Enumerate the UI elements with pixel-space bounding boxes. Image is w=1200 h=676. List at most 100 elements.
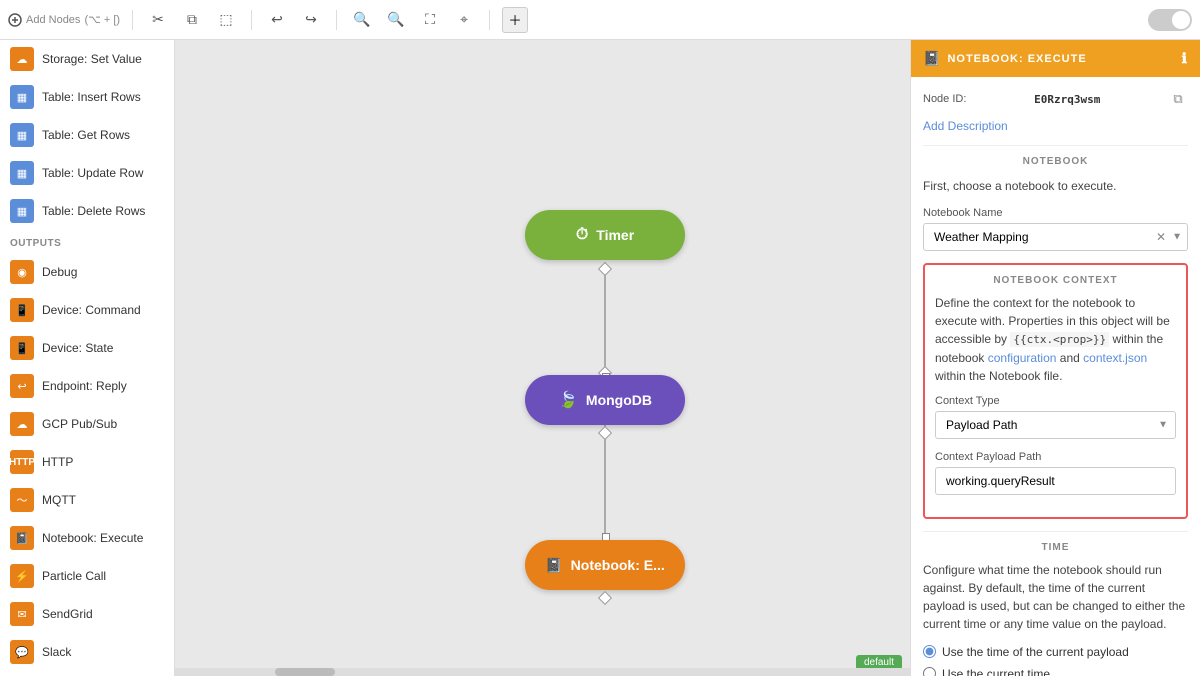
- add-description-link[interactable]: Add Description: [923, 119, 1188, 133]
- canvas-bottom: default: [856, 653, 902, 668]
- slack-icon: 💬: [10, 640, 34, 664]
- sidebar-item-storage-set-value[interactable]: ☁ Storage: Set Value: [0, 40, 174, 78]
- node-mongodb[interactable]: 🍃 MongoDB: [525, 375, 685, 425]
- sidebar-label-device-command: Device: Command: [42, 303, 141, 317]
- sidebar-label-particle-call: Particle Call: [42, 569, 106, 583]
- canvas-scrollbar-thumb[interactable]: [275, 668, 335, 676]
- zoom-out-button[interactable]: 🔍: [349, 7, 375, 33]
- add-button[interactable]: ＋: [502, 7, 528, 33]
- notebook-execute-icon: 📓: [10, 526, 34, 550]
- sidebar-label-table-update: Table: Update Row: [42, 166, 143, 180]
- device-state-icon: 📱: [10, 336, 34, 360]
- notebook-header-icon: 📓: [923, 50, 941, 67]
- notebook-name-clear[interactable]: ✕: [1156, 230, 1166, 244]
- add-nodes-button[interactable]: Add Nodes (⌥ + [): [8, 13, 120, 27]
- redo-button[interactable]: ↪: [298, 7, 324, 33]
- notebook-name-select-wrap: Weather Mapping ✕ ▼: [923, 223, 1188, 251]
- sidebar-item-table-delete-rows[interactable]: ▦ Table: Delete Rows: [0, 192, 174, 230]
- sidebar-label-storage: Storage: Set Value: [42, 52, 142, 66]
- notebook-name-label: Notebook Name: [923, 207, 1188, 219]
- outputs-section-label: OUTPUTS: [0, 230, 174, 253]
- context-payload-path-input[interactable]: [935, 467, 1176, 495]
- zoom-in-button[interactable]: 🔍: [383, 7, 409, 33]
- sidebar: ☁ Storage: Set Value ▦ Table: Insert Row…: [0, 40, 175, 676]
- cut-button[interactable]: ✂: [145, 7, 171, 33]
- node-id-label: Node ID:: [923, 93, 966, 105]
- node-notebook[interactable]: 📓 Notebook: E...: [525, 540, 685, 590]
- sidebar-label-http: HTTP: [42, 455, 73, 469]
- toolbar: Add Nodes (⌥ + [) ✂ ⧉ ⬚ ↩ ↪ 🔍 🔍 ⛶ ⌖ ＋: [0, 0, 1200, 40]
- panel-body: Node ID: E0Rzrq3wsm ⧉ Add Description NO…: [911, 77, 1200, 676]
- panel-title: NOTEBOOK: EXECUTE: [947, 53, 1086, 65]
- sidebar-item-http[interactable]: HTTP HTTP: [0, 443, 174, 481]
- sidebar-item-table-update-row[interactable]: ▦ Table: Update Row: [0, 154, 174, 192]
- context-payload-path-label: Context Payload Path: [935, 451, 1176, 463]
- table-get-icon: ▦: [10, 123, 34, 147]
- sidebar-item-email[interactable]: ✉ Email: [0, 671, 174, 676]
- notebook-name-select[interactable]: Weather Mapping: [923, 223, 1188, 251]
- context-type-label: Context Type: [935, 395, 1176, 407]
- main-layout: ☁ Storage: Set Value ▦ Table: Insert Row…: [0, 40, 1200, 676]
- canvas[interactable]: ⏱ Timer 🍃 MongoDB 📓 Notebook: E... defau…: [175, 40, 910, 676]
- sidebar-item-notebook-execute[interactable]: 📓 Notebook: Execute: [0, 519, 174, 557]
- sidebar-label-debug: Debug: [42, 265, 77, 279]
- context-type-select[interactable]: Payload Path: [935, 411, 1176, 439]
- node-timer[interactable]: ⏱ Timer: [525, 210, 685, 260]
- sidebar-item-device-state[interactable]: 📱 Device: State: [0, 329, 174, 367]
- mode-toggle[interactable]: [1148, 9, 1192, 31]
- copy-button[interactable]: ⧉: [179, 7, 205, 33]
- copy-node-id-button[interactable]: ⧉: [1168, 89, 1188, 109]
- time-option-2-radio[interactable]: [923, 667, 936, 676]
- panel-header: 📓 NOTEBOOK: EXECUTE ℹ: [911, 40, 1200, 77]
- sidebar-label-sendgrid: SendGrid: [42, 607, 93, 621]
- sidebar-item-endpoint-reply[interactable]: ↩ Endpoint: Reply: [0, 367, 174, 405]
- timer-label: Timer: [596, 227, 634, 243]
- panel-header-left: 📓 NOTEBOOK: EXECUTE: [923, 50, 1087, 67]
- device-command-icon: 📱: [10, 298, 34, 322]
- divider-3: [336, 10, 337, 30]
- sidebar-label-table-get: Table: Get Rows: [42, 128, 130, 142]
- context-json-link[interactable]: context.json: [1083, 351, 1147, 365]
- context-code: {{ctx.<prop>}}: [1010, 332, 1109, 347]
- particle-call-icon: ⚡: [10, 564, 34, 588]
- add-nodes-label: Add Nodes: [26, 14, 80, 26]
- sidebar-item-table-get-rows[interactable]: ▦ Table: Get Rows: [0, 116, 174, 154]
- canvas-scrollbar[interactable]: [175, 668, 910, 676]
- notebook-node-icon: 📓: [545, 557, 562, 574]
- reset-button[interactable]: ⌖: [451, 7, 477, 33]
- context-and: and: [1060, 351, 1083, 365]
- sidebar-item-particle-call[interactable]: ⚡ Particle Call: [0, 557, 174, 595]
- sidebar-item-gcp-pub-sub[interactable]: ☁ GCP Pub/Sub: [0, 405, 174, 443]
- time-option-2-label: Use the current time: [942, 667, 1050, 676]
- time-option-1-radio[interactable]: [923, 645, 936, 658]
- sidebar-item-slack[interactable]: 💬 Slack: [0, 633, 174, 671]
- help-icon[interactable]: ℹ: [1182, 50, 1188, 67]
- context-description: Define the context for the notebook to e…: [935, 294, 1176, 385]
- mongodb-label: MongoDB: [586, 392, 652, 408]
- notebook-name-field: Notebook Name Weather Mapping ✕ ▼: [923, 207, 1188, 251]
- gcp-icon: ☁: [10, 412, 34, 436]
- sidebar-item-table-insert-rows[interactable]: ▦ Table: Insert Rows: [0, 78, 174, 116]
- configuration-link[interactable]: configuration: [988, 351, 1057, 365]
- fit-button[interactable]: ⛶: [417, 7, 443, 33]
- mongodb-icon: 🍃: [558, 390, 578, 410]
- undo-button[interactable]: ↩: [264, 7, 290, 33]
- sidebar-label-table-delete: Table: Delete Rows: [42, 204, 145, 218]
- sidebar-item-mqtt[interactable]: 〜 MQTT: [0, 481, 174, 519]
- notebook-context-title: NOTEBOOK CONTEXT: [935, 275, 1176, 286]
- divider-1: [132, 10, 133, 30]
- time-option-1-row: Use the time of the current payload: [923, 645, 1188, 659]
- notebook-context-box: NOTEBOOK CONTEXT Define the context for …: [923, 263, 1188, 519]
- sidebar-item-sendgrid[interactable]: ✉ SendGrid: [0, 595, 174, 633]
- sidebar-item-device-command[interactable]: 📱 Device: Command: [0, 291, 174, 329]
- sidebar-label-gcp: GCP Pub/Sub: [42, 417, 117, 431]
- context-suffix: within the Notebook file.: [935, 369, 1062, 383]
- table-update-icon: ▦: [10, 161, 34, 185]
- add-icon: [8, 13, 22, 27]
- table-insert-icon: ▦: [10, 85, 34, 109]
- sidebar-label-device-state: Device: State: [42, 341, 113, 355]
- http-icon: HTTP: [10, 450, 34, 474]
- paste-button[interactable]: ⬚: [213, 7, 239, 33]
- notebook-section-title: NOTEBOOK: [923, 145, 1188, 167]
- sidebar-item-debug[interactable]: ◉ Debug: [0, 253, 174, 291]
